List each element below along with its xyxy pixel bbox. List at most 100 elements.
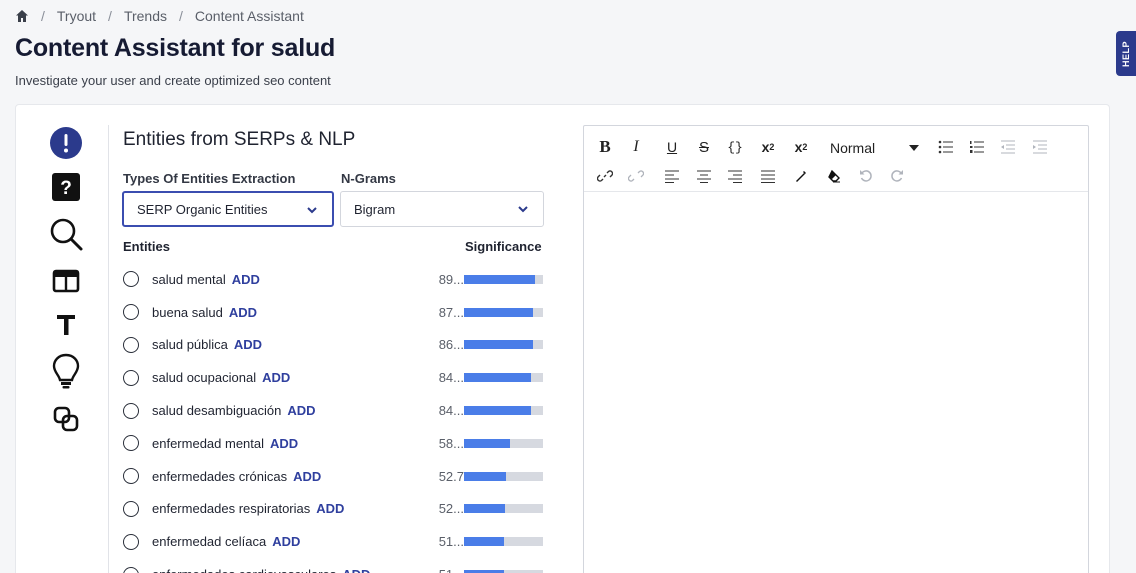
editor-content-area[interactable] — [584, 192, 1088, 573]
panel-divider — [108, 125, 109, 573]
text-color-icon[interactable] — [789, 165, 813, 187]
significance-score: 51... — [438, 534, 464, 550]
significance-bar-fill — [464, 340, 533, 350]
breadcrumb: / Tryout / Trends / Content Assistant — [15, 8, 304, 24]
significance-bar — [464, 537, 543, 547]
paragraph-format-select[interactable]: Normal — [827, 136, 927, 160]
home-icon[interactable] — [15, 9, 29, 23]
redo-icon[interactable] — [885, 165, 909, 187]
indent-icon[interactable] — [1028, 136, 1052, 158]
link-icon[interactable] — [593, 165, 617, 187]
entity-radio[interactable] — [123, 369, 139, 386]
significance-bar — [464, 438, 543, 448]
entity-radio[interactable] — [123, 435, 139, 452]
ngrams-value: Bigram — [354, 201, 396, 217]
significance-bar — [464, 504, 543, 514]
add-entity-button[interactable]: ADD — [232, 272, 260, 287]
add-entity-button[interactable]: ADD — [229, 305, 257, 320]
entity-name: salud mental — [152, 271, 226, 287]
entity-name: salud desambiguación — [152, 403, 282, 419]
entity-row: salud pública ADD 86... — [122, 329, 546, 362]
text-editor: B I U S {} x2 x2 Normal — [583, 125, 1089, 573]
entity-row: enfermedades respiratorias ADD 52... — [122, 493, 546, 526]
ngrams-select[interactable]: Bigram — [340, 191, 544, 227]
alert-icon[interactable] — [46, 125, 86, 161]
entities-panel-title: Entities from SERPs & NLP — [123, 129, 356, 150]
unlink-icon[interactable] — [624, 165, 648, 187]
entity-radio[interactable] — [123, 336, 139, 353]
significance-bar — [464, 406, 543, 416]
significance-bar-fill — [464, 438, 510, 448]
ordered-list-icon[interactable] — [965, 136, 989, 158]
entity-radio[interactable] — [123, 566, 139, 573]
layout-icon[interactable] — [46, 263, 86, 299]
entity-name: enfermedad celíaca — [152, 534, 267, 550]
align-left-icon[interactable] — [660, 165, 684, 187]
significance-bar — [464, 274, 543, 284]
significance-score: 52... — [438, 501, 464, 517]
search-icon[interactable] — [46, 217, 86, 253]
breadcrumb-content-assistant: Content Assistant — [194, 8, 304, 24]
chevron-down-icon — [517, 203, 529, 215]
outdent-icon[interactable] — [996, 136, 1020, 158]
copy-icon[interactable] — [46, 401, 86, 437]
add-entity-button[interactable]: ADD — [262, 370, 290, 385]
align-center-icon[interactable] — [692, 165, 716, 187]
entity-radio[interactable] — [123, 402, 139, 419]
superscript-icon[interactable]: x2 — [756, 136, 780, 158]
paragraph-format-value: Normal — [830, 140, 876, 156]
extraction-type-select[interactable]: SERP Organic Entities — [122, 191, 334, 227]
align-right-icon[interactable] — [723, 165, 747, 187]
breadcrumb-trends[interactable]: Trends — [124, 8, 167, 24]
entity-radio[interactable] — [123, 468, 139, 485]
significance-score: 86... — [438, 337, 464, 353]
align-justify-icon[interactable] — [756, 165, 780, 187]
significance-score: 84... — [438, 403, 464, 419]
add-entity-button[interactable]: ADD — [342, 567, 370, 573]
add-entity-button[interactable]: ADD — [316, 501, 344, 516]
underline-icon[interactable]: U — [660, 136, 684, 158]
breadcrumb-tryout[interactable]: Tryout — [57, 8, 96, 24]
chevron-down-icon — [306, 204, 318, 216]
entity-radio[interactable] — [123, 500, 139, 517]
entity-row: enfermedad celíaca ADD 51... — [122, 525, 546, 558]
question-icon[interactable]: ? — [46, 169, 86, 205]
add-entity-button[interactable]: ADD — [272, 534, 300, 549]
strikethrough-icon[interactable]: S — [692, 136, 716, 158]
code-block-icon[interactable]: {} — [723, 136, 747, 158]
help-button[interactable]: HELP — [1116, 31, 1136, 76]
entity-row: salud mental ADD 89... — [122, 263, 546, 296]
entity-name: enfermedades cardiovasculares — [152, 567, 336, 573]
text-icon[interactable] — [46, 307, 86, 343]
page-subtitle: Investigate your user and create optimiz… — [15, 73, 331, 88]
lightbulb-icon[interactable] — [46, 353, 86, 389]
add-entity-button[interactable]: ADD — [293, 469, 321, 484]
add-entity-button[interactable]: ADD — [287, 403, 315, 418]
bold-icon[interactable]: B — [593, 136, 617, 158]
significance-score: 52.7 — [438, 468, 464, 484]
content-card: ? Entities from SERPs & NLP Types Of Ent… — [15, 104, 1110, 573]
clear-format-icon[interactable] — [822, 165, 846, 187]
bullet-list-icon[interactable] — [934, 136, 958, 158]
entity-radio[interactable] — [123, 271, 139, 288]
entity-row: enfermedad mental ADD 58... — [122, 427, 546, 460]
significance-score: 51... — [439, 567, 464, 573]
entity-row: enfermedades cardiovasculares ADD 51... — [122, 558, 546, 573]
entity-radio[interactable] — [123, 533, 139, 550]
entity-row: enfermedades crónicas ADD 52.7 — [122, 460, 546, 493]
significance-bar-fill — [464, 307, 533, 317]
undo-icon[interactable] — [854, 165, 878, 187]
entity-name: buena salud — [152, 304, 223, 320]
editor-toolbar: B I U S {} x2 x2 Normal — [584, 126, 1088, 192]
significance-score: 89... — [438, 271, 464, 287]
italic-icon[interactable]: I — [624, 136, 648, 158]
significance-score: 87... — [438, 304, 464, 320]
add-entity-button[interactable]: ADD — [270, 436, 298, 451]
entity-name: salud ocupacional — [152, 370, 257, 386]
subscript-icon[interactable]: x2 — [789, 136, 813, 158]
entity-radio[interactable] — [123, 304, 139, 321]
significance-bar-fill — [464, 504, 506, 514]
significance-score: 84... — [438, 370, 464, 386]
ngrams-label: N-Grams — [341, 171, 396, 186]
add-entity-button[interactable]: ADD — [234, 337, 262, 352]
